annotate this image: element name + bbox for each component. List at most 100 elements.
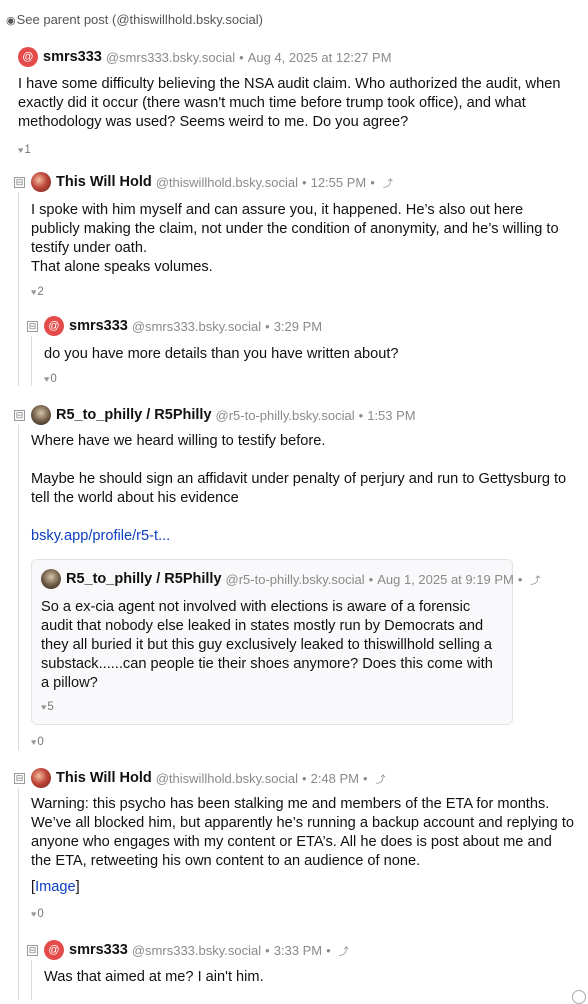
like-count-value: 5 — [47, 701, 54, 713]
separator: • — [358, 407, 364, 423]
post-header: @ smrs333 @smrs333.bsky.social • Aug 4, … — [18, 46, 578, 68]
like-count-value: 2 — [37, 286, 44, 298]
author-name[interactable]: smrs333 — [69, 318, 128, 334]
parent-icon: ◉ — [6, 15, 16, 27]
reply-post: ⊟ @ smrs333 @smrs333.bsky.social • 3:29 … — [27, 315, 577, 337]
collapse-toggle-icon[interactable]: ⊟ — [14, 409, 25, 421]
post-header: ⊟ @ smrs333 @smrs333.bsky.social • 3:29 … — [27, 315, 577, 337]
avatar[interactable] — [31, 172, 51, 192]
like-count-value: 1 — [24, 144, 31, 156]
heart-icon: ♥ — [31, 737, 37, 747]
reply-post: ⊟ This Will Hold @thiswillhold.bsky.soci… — [14, 171, 580, 193]
quoted-post-card[interactable]: R5_to_philly / R5Philly @r5-to-philly.bs… — [31, 559, 540, 725]
post-time[interactable]: Aug 1, 2025 at 9:19 PM — [377, 572, 514, 587]
post-time[interactable]: Aug 4, 2025 at 12:27 PM — [248, 50, 392, 65]
reply-post: ⊟ @ smrs333 @smrs333.bsky.social • 3:33 … — [27, 939, 577, 961]
expand-icon[interactable]: ⤴ — [383, 175, 393, 190]
avatar[interactable] — [41, 569, 61, 589]
post-text-2: Maybe he should sign an affidavit under … — [31, 471, 567, 506]
like-count-value: 0 — [37, 736, 44, 748]
avatar[interactable] — [31, 768, 51, 788]
separator: • — [363, 770, 368, 786]
post-body: do you have more details than you have w… — [44, 345, 574, 364]
post-time[interactable]: 2:48 PM — [311, 771, 359, 786]
reply-post: ⊟ This Will Hold @thiswillhold.bsky.soci… — [14, 767, 580, 789]
post-header: ⊟ R5_to_philly / R5Philly @r5-to-philly.… — [14, 404, 580, 426]
post-text: I have some difficulty believing the NSA… — [18, 76, 561, 130]
post-body: I have some difficulty believing the NSA… — [18, 75, 578, 132]
scroll-indicator-icon[interactable] — [572, 990, 586, 1004]
avatar[interactable]: @ — [44, 940, 64, 960]
like-count[interactable]: ♥0 — [31, 736, 44, 748]
author-handle[interactable]: @thiswillhold.bsky.social — [156, 771, 298, 786]
separator: • — [370, 174, 375, 190]
author-name[interactable]: smrs333 — [43, 49, 102, 65]
author-name[interactable]: This Will Hold — [56, 174, 152, 190]
post-text: Where have we heard willing to testify b… — [31, 433, 326, 449]
post-body: Warning: this psycho has been stalking m… — [31, 795, 576, 897]
author-name[interactable]: R5_to_philly / R5Philly — [66, 571, 222, 587]
author-handle[interactable]: @smrs333.bsky.social — [106, 50, 235, 65]
avatar[interactable] — [31, 405, 51, 425]
separator: • — [265, 942, 270, 958]
separator: • — [368, 571, 374, 587]
collapse-toggle-icon[interactable]: ⊟ — [14, 772, 25, 784]
post-time[interactable]: 1:53 PM — [367, 408, 415, 423]
post-header: ⊟ This Will Hold @thiswillhold.bsky.soci… — [14, 767, 580, 789]
post-body: Where have we heard willing to testify b… — [31, 432, 571, 546]
author-handle[interactable]: @r5-to-philly.bsky.social — [216, 408, 355, 423]
collapse-toggle-icon[interactable]: ⊟ — [27, 320, 38, 332]
post-body: I spoke with him myself and can assure y… — [31, 201, 571, 277]
expand-icon[interactable]: ⤴ — [339, 943, 349, 958]
expand-icon[interactable]: ⤴ — [530, 572, 540, 587]
author-handle[interactable]: @r5-to-philly.bsky.social — [226, 572, 365, 587]
collapse-toggle-icon[interactable]: ⊟ — [27, 944, 38, 956]
avatar[interactable]: @ — [44, 316, 64, 336]
expand-icon[interactable]: ⤴ — [376, 771, 386, 786]
post-text: do you have more details than you have w… — [44, 346, 399, 362]
external-link[interactable]: bsky.app/profile/r5-t... — [31, 528, 170, 544]
post-body: Was that aimed at me? I ain't him. — [44, 968, 574, 987]
thread-line — [18, 788, 19, 1000]
like-count[interactable]: ♥5 — [41, 701, 54, 713]
author-handle[interactable]: @smrs333.bsky.social — [132, 943, 261, 958]
post-text: Was that aimed at me? I ain't him. — [44, 969, 264, 985]
quoted-post-header: R5_to_philly / R5Philly @r5-to-philly.bs… — [41, 568, 540, 590]
like-count[interactable]: ♥0 — [31, 908, 44, 920]
author-handle[interactable]: @smrs333.bsky.social — [132, 319, 261, 334]
bracket-close: ] — [75, 879, 80, 895]
post-header: ⊟ This Will Hold @thiswillhold.bsky.soci… — [14, 171, 580, 193]
thread-line — [31, 336, 32, 386]
parent-post-link-text: See parent post (@thiswillhold.bsky.soci… — [16, 12, 263, 27]
parent-post-link[interactable]: ◉See parent post (@thiswillhold.bsky.soc… — [6, 12, 263, 27]
post-text: I spoke with him myself and can assure y… — [31, 202, 559, 256]
post-time[interactable]: 3:29 PM — [274, 319, 322, 334]
heart-icon: ♥ — [31, 909, 37, 919]
post-time[interactable]: 12:55 PM — [311, 175, 367, 190]
like-count-value: 0 — [37, 908, 44, 920]
author-handle[interactable]: @thiswillhold.bsky.social — [156, 175, 298, 190]
thread-line — [18, 425, 19, 750]
avatar[interactable]: @ — [18, 47, 38, 67]
separator: • — [517, 571, 523, 587]
heart-icon: ♥ — [41, 702, 47, 712]
separator: • — [239, 49, 244, 65]
post-text: Warning: this psycho has been stalking m… — [31, 796, 575, 869]
separator: • — [326, 942, 331, 958]
like-count[interactable]: ♥1 — [18, 144, 578, 156]
heart-icon: ♥ — [18, 145, 24, 155]
image-link[interactable]: Image — [35, 879, 76, 895]
author-name[interactable]: This Will Hold — [56, 770, 152, 786]
thread-line — [18, 192, 19, 386]
post-text-2: That alone speaks volumes. — [31, 259, 213, 275]
post-time[interactable]: 3:33 PM — [274, 943, 322, 958]
post-root: @ smrs333 @smrs333.bsky.social • Aug 4, … — [18, 46, 578, 156]
author-name[interactable]: R5_to_philly / R5Philly — [56, 407, 212, 423]
like-count[interactable]: ♥0 — [44, 373, 57, 385]
post-text: So a ex-cia agent not involved with elec… — [41, 599, 493, 691]
like-count[interactable]: ♥2 — [31, 286, 44, 298]
thread-line — [31, 960, 32, 1000]
collapse-toggle-icon[interactable]: ⊟ — [14, 176, 25, 188]
heart-icon: ♥ — [44, 374, 50, 384]
author-name[interactable]: smrs333 — [69, 942, 128, 958]
